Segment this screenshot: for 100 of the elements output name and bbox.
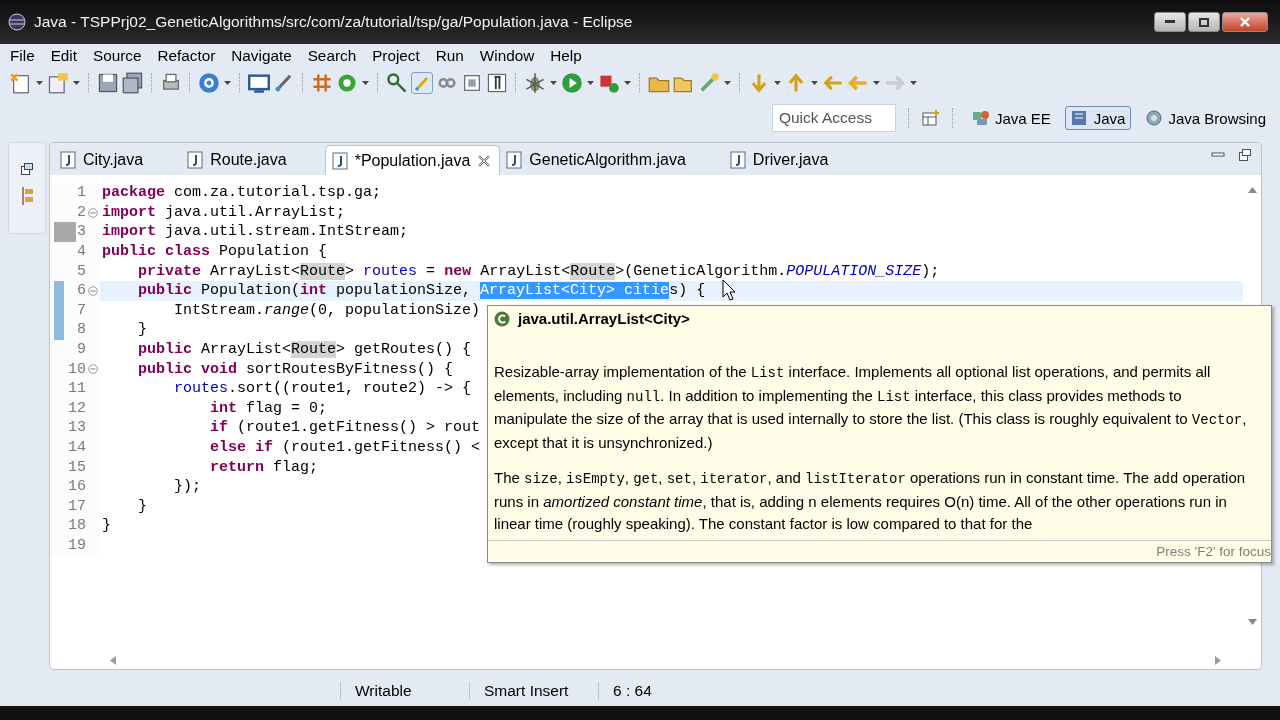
line-number: 8 <box>77 321 86 339</box>
java-file-icon <box>729 151 746 169</box>
code-line: public class Population { <box>101 242 328 262</box>
code-line: public ArrayList<Route> getRoutes() { <box>137 340 472 360</box>
mouse-pointer-icon <box>722 279 736 301</box>
menu-item[interactable]: Search <box>299 47 365 65</box>
java-file-icon <box>187 151 204 169</box>
console-icon[interactable] <box>248 72 270 94</box>
caret-icon[interactable] <box>72 80 81 86</box>
perspective-button[interactable]: Java EE <box>965 106 1057 130</box>
caret-icon[interactable] <box>361 80 370 86</box>
scroll-down-icon[interactable] <box>1247 619 1257 625</box>
fold-icon[interactable] <box>88 207 98 218</box>
caret-icon[interactable] <box>773 80 782 86</box>
line-number: 1 <box>77 184 86 202</box>
java-file-icon <box>60 151 76 169</box>
close-icon <box>1240 17 1250 27</box>
editor-tab[interactable]: City.java <box>54 145 182 175</box>
restore-icon[interactable] <box>21 163 33 175</box>
block-icon[interactable] <box>461 72 483 94</box>
code-line: import java.util.ArrayList; <box>101 202 346 223</box>
line-number: 9 <box>77 341 86 359</box>
line-number: 2 <box>77 203 86 221</box>
scroll-up-icon[interactable] <box>1247 187 1257 193</box>
code-line: private ArrayList<Route> routes = new ArrayList<Route>(GeneticAlgorithm.POPULATION_SIZE); <box>137 261 940 281</box>
code-line: else if (route1.getFitness() < <box>209 438 481 458</box>
save-icon[interactable] <box>97 72 119 94</box>
open-perspective-icon[interactable] <box>921 109 940 127</box>
menu-item[interactable]: Project <box>364 47 428 65</box>
maximize-button[interactable] <box>1188 12 1220 32</box>
package-explorer-icon[interactable] <box>20 187 34 205</box>
caret-icon[interactable] <box>723 80 732 86</box>
line-number: 16 <box>68 478 86 496</box>
focus-hint: Press 'F2' for focus <box>1156 544 1271 559</box>
line-number: 12 <box>68 399 86 417</box>
line-number: 17 <box>68 497 86 515</box>
code-line: IntStream.range(0, populationSize) <box>173 300 481 321</box>
perspective-icon <box>971 109 990 127</box>
run-icon[interactable] <box>561 72 583 94</box>
save-all-icon[interactable] <box>122 72 144 94</box>
editor-tab[interactable]: *Population.java <box>324 145 501 175</box>
menu-item[interactable]: File <box>2 47 43 65</box>
line-number: 3 <box>77 223 86 241</box>
code-line: return flag; <box>209 457 319 477</box>
caret-icon[interactable] <box>35 80 44 86</box>
minimize-icon[interactable] <box>1211 149 1225 159</box>
caret-icon[interactable] <box>810 80 819 86</box>
code-line: public void sortRoutesByFitness() { <box>137 359 454 379</box>
java-file-icon <box>506 151 523 169</box>
editor-tab[interactable]: GeneticAlgorithm.java <box>500 145 724 175</box>
line-number: 13 <box>68 419 86 437</box>
menu-item[interactable]: Help <box>542 47 590 65</box>
code-line: } <box>137 320 147 340</box>
menu-item[interactable]: Window <box>471 47 543 65</box>
menu-item[interactable]: Refactor <box>149 47 224 65</box>
highlight-icon <box>413 74 431 92</box>
new-file-icon[interactable] <box>10 72 32 94</box>
caret-icon[interactable] <box>586 80 595 86</box>
caret-icon[interactable] <box>223 80 232 86</box>
quick-access-field[interactable]: Quick Access <box>771 104 896 132</box>
fold-icon[interactable] <box>88 285 98 296</box>
caret-icon[interactable] <box>549 80 558 86</box>
maximize-icon[interactable] <box>1239 149 1251 161</box>
toggle-button[interactable] <box>411 72 433 94</box>
minimize-icon <box>1165 20 1175 24</box>
grid-icon[interactable] <box>311 72 333 94</box>
java-file-icon <box>331 151 348 170</box>
code-line: package com.za.tutorial.tsp.ga; <box>101 183 382 203</box>
class-icon <box>494 310 510 327</box>
caret-icon[interactable] <box>909 80 918 86</box>
code-line: if (route1.getFitness() > rout <box>209 418 481 438</box>
close-button[interactable] <box>1222 12 1268 32</box>
perspective-button[interactable]: Java <box>1064 106 1132 130</box>
perspective-icon <box>1145 109 1164 127</box>
editor-tab[interactable]: Route.java <box>181 145 325 175</box>
code-line: } <box>137 496 147 517</box>
scroll-right-icon[interactable] <box>1215 655 1221 665</box>
fold-icon[interactable] <box>88 364 98 375</box>
line-number: 14 <box>68 439 86 456</box>
caret-icon[interactable] <box>872 80 881 86</box>
minimize-button[interactable] <box>1154 12 1186 32</box>
line-number: 15 <box>68 458 86 476</box>
line-number: 11 <box>68 380 86 398</box>
editor-tab[interactable]: Driver.java <box>723 145 867 175</box>
menu-item[interactable]: Navigate <box>223 47 300 65</box>
hover-title: java.util.ArrayList<City> <box>518 310 690 327</box>
menu-item[interactable]: Source <box>85 47 150 65</box>
caret-icon[interactable] <box>623 80 632 86</box>
menu-item[interactable]: Edit <box>42 47 85 65</box>
line-number: 6 <box>77 282 86 300</box>
menu-item[interactable]: Run <box>427 47 472 65</box>
new-wizard-icon[interactable] <box>47 72 69 94</box>
line-number: 4 <box>77 243 86 261</box>
scroll-left-icon[interactable] <box>110 655 116 665</box>
perspective-icon <box>1070 109 1089 127</box>
debug-icon[interactable] <box>524 72 546 94</box>
status-field: Smart Insert <box>469 682 598 700</box>
status-field: Writable <box>340 682 469 700</box>
perspective-button[interactable]: Java Browsing <box>1139 106 1272 130</box>
close-icon[interactable] <box>477 153 492 168</box>
